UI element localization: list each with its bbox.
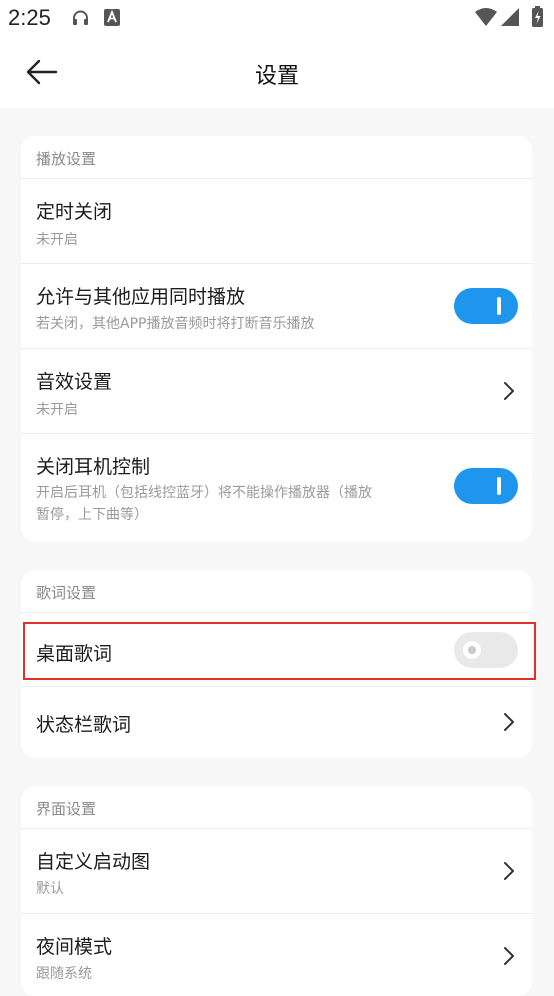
chevron-right-icon — [504, 947, 514, 965]
row-title: 夜间模式 — [36, 936, 113, 958]
row-splash-image[interactable]: 自定义启动图 默认 — [21, 829, 532, 913]
row-desktop-lyrics: 桌面歌词 — [21, 623, 532, 681]
row-mix-playback: 允许与其他应用同时播放 若关闭，其他APP播放音频时将打断音乐播放 — [21, 264, 532, 348]
divider — [21, 612, 532, 613]
row-subtitle: 跟随系统 — [36, 966, 92, 982]
row-subtitle: 若关闭，其他APP播放音频时将打断音乐播放 — [36, 316, 315, 332]
row-subtitle-line2: 暂停，上下曲等） — [36, 507, 148, 523]
row-headset-control: 关闭耳机控制 开启后耳机（包括线控蓝牙）将不能操作播放器（播放 暂停，上下曲等） — [21, 434, 532, 542]
battery-charging-icon — [532, 6, 543, 27]
wifi-icon — [475, 8, 497, 26]
chevron-right-icon — [504, 382, 514, 400]
app-header: 设置 — [0, 36, 554, 108]
section-playback: 播放设置 定时关闭 未开启 允许与其他应用同时播放 若关闭，其他APP播放音频时… — [21, 136, 532, 542]
row-title: 桌面歌词 — [36, 643, 113, 665]
headset-control-toggle[interactable] — [454, 468, 518, 504]
section-interface: 界面设置 自定义启动图 默认 夜间模式 跟随系统 — [21, 786, 532, 996]
toggle-knob — [497, 477, 501, 495]
keyboard-a-icon — [104, 9, 120, 26]
toggle-knob — [463, 641, 481, 659]
row-title: 允许与其他应用同时播放 — [36, 286, 246, 308]
chevron-right-icon — [504, 713, 514, 731]
row-statusbar-lyrics[interactable]: 状态栏歌词 — [21, 687, 532, 758]
status-time: 2:25 — [8, 5, 51, 30]
row-title: 状态栏歌词 — [36, 714, 132, 736]
row-subtitle: 未开启 — [36, 402, 78, 418]
desktop-lyrics-toggle[interactable] — [454, 632, 518, 668]
signal-icon — [501, 8, 519, 26]
status-bar: 2:25 — [0, 0, 554, 36]
mix-playback-toggle[interactable] — [454, 288, 518, 324]
row-title: 定时关闭 — [36, 201, 113, 223]
row-subtitle: 未开启 — [36, 232, 78, 248]
row-sound-effects[interactable]: 音效设置 未开启 — [21, 349, 532, 433]
toggle-knob — [497, 297, 501, 315]
row-night-mode[interactable]: 夜间模式 跟随系统 — [21, 914, 532, 984]
section-title: 歌词设置 — [36, 584, 97, 602]
row-title: 音效设置 — [36, 371, 113, 393]
headphones-icon — [73, 10, 88, 25]
row-subtitle: 默认 — [36, 881, 64, 897]
row-sleep-timer[interactable]: 定时关闭 未开启 — [21, 179, 532, 263]
chevron-right-icon — [504, 862, 514, 880]
row-title: 自定义启动图 — [36, 851, 151, 873]
page-title: 设置 — [254, 64, 299, 89]
section-lyrics: 歌词设置 桌面歌词 状态栏歌词 — [21, 570, 532, 758]
section-title: 播放设置 — [36, 150, 97, 168]
row-title: 关闭耳机控制 — [36, 456, 151, 478]
section-title: 界面设置 — [36, 800, 97, 818]
row-subtitle-line1: 开启后耳机（包括线控蓝牙）将不能操作播放器（播放 — [36, 485, 372, 501]
